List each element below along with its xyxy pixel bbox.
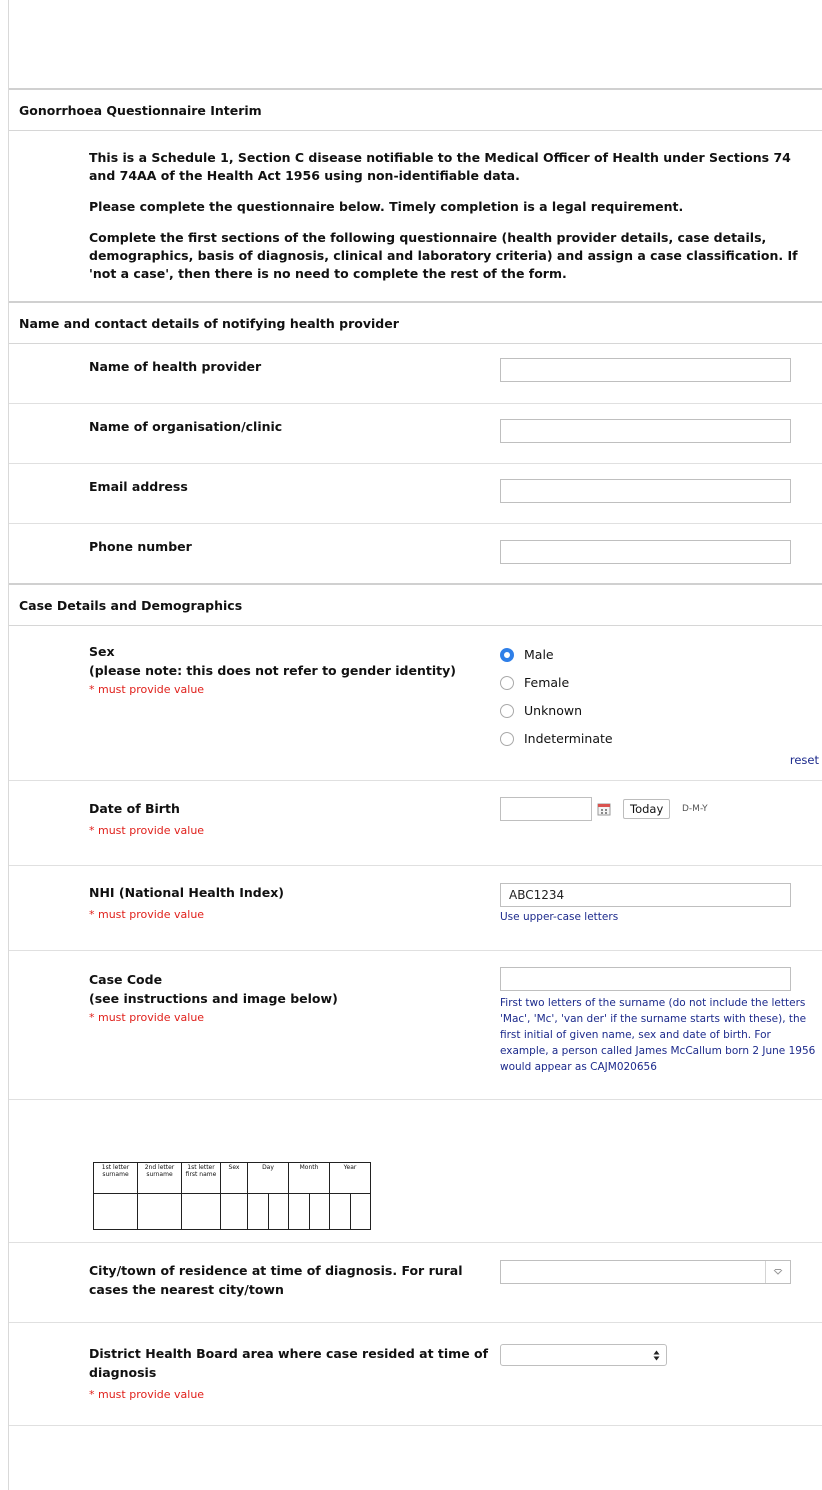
header-sex: Sex [220, 1162, 248, 1194]
intro-paragraph-2: Please complete the questionnaire below.… [89, 199, 684, 214]
dhb-row: District Health Board area where case re… [9, 1323, 822, 1426]
provider-name-input[interactable] [500, 358, 791, 382]
dob-row: Date of Birth * must provide value Today… [9, 781, 822, 866]
case-code-input[interactable] [500, 967, 791, 991]
radio-button[interactable] [500, 731, 514, 746]
code-cell [267, 1193, 289, 1230]
phone-row: Phone number [9, 524, 822, 583]
radio-indeterminate[interactable]: Indeterminate [500, 731, 613, 746]
dhb-select[interactable] [500, 1344, 667, 1366]
code-cell [220, 1193, 248, 1230]
city-label: City/town of residence at time of diagno… [89, 1263, 463, 1297]
case-code-required: * must provide value [89, 1011, 205, 1024]
radio-button[interactable] [500, 703, 514, 718]
code-cell [181, 1193, 221, 1230]
dhb-label-group: District Health Board area where case re… [89, 1344, 489, 1402]
email-input[interactable] [500, 479, 791, 503]
header-1st-letter-surname: 1st letter surname [93, 1162, 138, 1194]
select-arrows-icon [653, 1350, 660, 1361]
sex-row: Sex (please note: this does not refer to… [9, 626, 822, 781]
intro-text: This is a Schedule 1, Section C disease … [9, 131, 822, 301]
provider-name-label: Name of health provider [89, 359, 262, 374]
sex-note: (please note: this does not refer to gen… [89, 663, 456, 678]
header-day: Day [247, 1162, 289, 1194]
header-year: Year [329, 1162, 371, 1194]
email-label: Email address [89, 479, 188, 494]
nhi-row: NHI (National Health Index) * must provi… [9, 866, 822, 951]
code-cell [308, 1193, 330, 1230]
dhb-label: District Health Board area where case re… [89, 1346, 489, 1380]
case-code-row: Case Code (see instructions and image be… [9, 951, 822, 1100]
code-cell [137, 1193, 182, 1230]
sex-reset-link[interactable]: reset [790, 753, 819, 767]
today-button[interactable]: Today [623, 799, 671, 819]
provider-section-header: Name and contact details of notifying he… [9, 301, 822, 344]
radio-female[interactable]: Female [500, 675, 569, 690]
radio-unknown-label: Unknown [524, 703, 583, 718]
organisation-row: Name of organisation/clinic [9, 404, 822, 464]
code-cell [288, 1193, 310, 1230]
code-cell [329, 1193, 351, 1230]
intro-paragraph-1: This is a Schedule 1, Section C disease … [89, 150, 791, 183]
form-title: Gonorrhoea Questionnaire Interim [9, 88, 822, 131]
header-month: Month [288, 1162, 330, 1194]
nhi-label-group: NHI (National Health Index) * must provi… [89, 883, 284, 922]
sex-label-group: Sex (please note: this does not refer to… [89, 642, 456, 697]
radio-male[interactable]: Male [500, 647, 554, 662]
header-2nd-letter-surname: 2nd letter surname [137, 1162, 182, 1194]
header-1st-letter-first-name: 1st letter first name [181, 1162, 221, 1194]
phone-label: Phone number [89, 539, 192, 554]
organisation-label: Name of organisation/clinic [89, 419, 283, 434]
city-combobox[interactable] [500, 1260, 791, 1284]
chevron-down-icon [773, 1269, 783, 1275]
form-page: Gonorrhoea Questionnaire Interim This is… [9, 88, 822, 1426]
nhi-label: NHI (National Health Index) [89, 885, 284, 900]
intro-paragraph-3: Complete the first sections of the follo… [89, 230, 798, 281]
nhi-hint: Use upper-case letters [500, 911, 619, 923]
email-row: Email address [9, 464, 822, 524]
dob-required: * must provide value [89, 824, 205, 837]
case-code-table: 1st letter surname 2nd letter surname 1s… [93, 1162, 371, 1230]
case-section-header: Case Details and Demographics [9, 583, 822, 626]
dob-label: Date of Birth [89, 801, 180, 816]
radio-button[interactable] [500, 675, 514, 690]
radio-male-label: Male [524, 647, 554, 662]
code-cell [93, 1193, 138, 1230]
organisation-input[interactable] [500, 419, 791, 443]
provider-name-row: Name of health provider [9, 344, 822, 404]
date-format-hint: D-M-Y [682, 804, 708, 814]
city-dropdown-button[interactable] [765, 1261, 790, 1283]
case-code-label-group: Case Code (see instructions and image be… [89, 970, 338, 1025]
nhi-required: * must provide value [89, 908, 205, 921]
dhb-required: * must provide value [89, 1388, 205, 1401]
radio-indeterminate-label: Indeterminate [524, 731, 613, 746]
radio-unknown[interactable]: Unknown [500, 703, 582, 718]
sex-required: * must provide value [89, 683, 205, 696]
radio-female-label: Female [524, 675, 570, 690]
sex-label: Sex [89, 644, 115, 659]
case-code-hint: First two letters of the surname (do not… [500, 997, 816, 1073]
dob-label-group: Date of Birth * must provide value [89, 799, 204, 838]
code-cell [349, 1193, 371, 1230]
case-code-label: Case Code [89, 972, 163, 987]
nhi-input[interactable] [500, 883, 791, 907]
case-code-illustration-row: 1st letter surname 2nd letter surname 1s… [9, 1100, 822, 1243]
dob-input[interactable] [500, 797, 592, 821]
phone-input[interactable] [500, 540, 791, 564]
city-row: City/town of residence at time of diagno… [9, 1243, 822, 1323]
code-cell [247, 1193, 269, 1230]
calendar-icon[interactable] [597, 802, 611, 816]
radio-button-selected[interactable] [500, 647, 514, 662]
case-code-note: (see instructions and image below) [89, 991, 338, 1006]
